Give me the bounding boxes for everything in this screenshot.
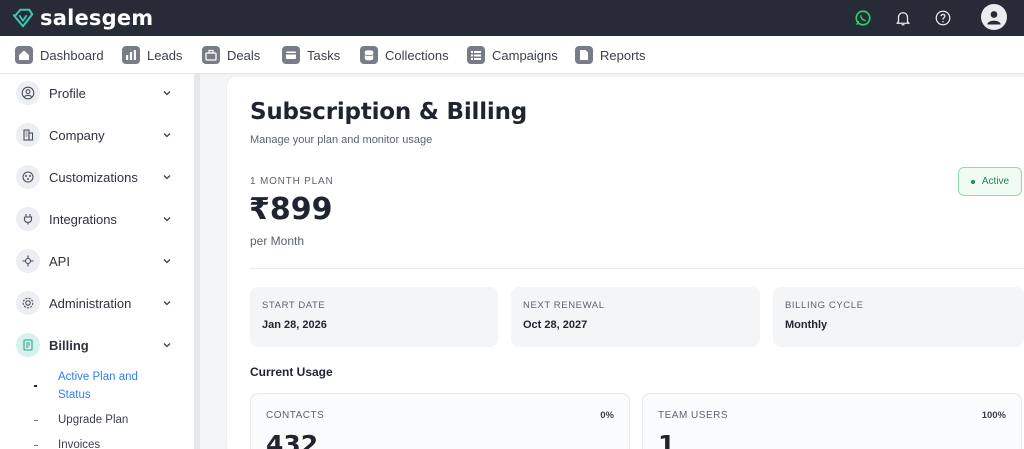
usage-contacts-card: CONTACTS 0% 432 [250, 393, 630, 449]
page-subtitle: Manage your plan and monitor usage [250, 134, 433, 146]
nav-dashboard-label: Dashboard [40, 47, 104, 63]
chevron-down-icon [163, 343, 171, 348]
plan-price: ₹899 [249, 192, 333, 227]
nav-dashboard[interactable]: Dashboard [15, 45, 104, 65]
nav-campaigns[interactable]: Campaigns [467, 45, 558, 65]
nav-leads[interactable]: Leads [122, 45, 182, 65]
plan-name: 1 MONTH PLAN [250, 176, 334, 187]
status-badge-label: Active [981, 176, 1010, 187]
sidebar-item-customizations[interactable]: Customizations [0, 159, 194, 195]
sidebar-item-integrations-label: Integrations [49, 211, 117, 227]
help-icon[interactable] [933, 8, 953, 28]
status-dot [970, 179, 975, 184]
sidebar-item-company[interactable]: Company [0, 117, 194, 153]
usage-contacts-label: CONTACTS [266, 410, 325, 421]
sidebar-item-administration[interactable]: Administration [0, 285, 194, 321]
sidebar-subitem-active-plan[interactable]: Active Plan and Status [0, 368, 194, 404]
bullet-dot [34, 385, 37, 387]
brand-name: salesgem [40, 6, 154, 30]
sidebar-item-billing-label: Billing [49, 337, 89, 353]
sidebar-subitem-invoices[interactable]: Invoices [0, 436, 194, 449]
nav-collections-label: Collections [385, 47, 449, 63]
salesgem-logo-icon [12, 8, 34, 28]
usage-contacts-value: 432 [266, 430, 319, 449]
billing-icon [16, 333, 40, 357]
user-icon [987, 11, 1001, 25]
sidebar-item-api-label: API [49, 253, 70, 269]
billing-cycle-value: Monthly [785, 319, 828, 331]
nav-reports-label: Reports [600, 47, 646, 63]
sidebar-subitem-active-plan-label-line2: Status [58, 389, 91, 401]
whatsapp-icon[interactable] [853, 8, 873, 28]
chevron-down-icon [163, 217, 171, 222]
sidebar-item-customizations-label: Customizations [49, 169, 138, 185]
gear-icon [16, 291, 40, 315]
bullet-dash [34, 445, 38, 446]
bullet-dash [34, 420, 38, 421]
sidebar-item-integrations[interactable]: Integrations [0, 201, 194, 237]
database-icon [360, 46, 378, 64]
nav-collections[interactable]: Collections [360, 45, 449, 65]
sidebar-subitem-active-plan-label-line1: Active Plan and [58, 371, 138, 383]
usage-team-users-card: TEAM USERS 100% 1 [642, 393, 1022, 449]
nav-tasks[interactable]: Tasks [282, 45, 340, 65]
page-title: Subscription & Billing [250, 99, 528, 125]
nav-reports[interactable]: Reports [575, 45, 646, 65]
start-date-box: START DATE Jan 28, 2026 [250, 287, 498, 347]
nav-tasks-label: Tasks [307, 47, 341, 63]
api-icon [16, 249, 40, 273]
sidebar-subitem-upgrade-plan-label: Upgrade Plan [58, 414, 129, 426]
nav-leads-label: Leads [147, 47, 183, 63]
start-date-label: START DATE [262, 300, 326, 311]
brain-icon [16, 165, 40, 189]
plan-period: per Month [250, 234, 305, 248]
sidebar-item-profile-label: Profile [49, 85, 86, 101]
current-usage-title: Current Usage [250, 365, 333, 379]
next-renewal-box: NEXT RENEWAL Oct 28, 2027 [511, 287, 760, 347]
nav-deals-label: Deals [227, 47, 261, 63]
brand[interactable]: salesgem [12, 6, 153, 30]
chevron-down-icon [163, 175, 171, 180]
chart-bars-icon [122, 46, 140, 64]
plug-icon [16, 207, 40, 231]
sidebar-item-billing[interactable]: Billing [0, 327, 194, 363]
next-renewal-label: NEXT RENEWAL [523, 300, 605, 311]
usage-contacts-percent: 0% [600, 410, 614, 421]
billing-cycle-box: BILLING CYCLE Monthly [773, 287, 1024, 347]
notifications-bell-icon[interactable] [893, 8, 913, 28]
next-renewal-value: Oct 28, 2027 [523, 319, 588, 331]
chevron-down-icon [163, 301, 171, 306]
sidebar-subitem-upgrade-plan[interactable]: Upgrade Plan [0, 411, 194, 429]
sidebar-subitem-invoices-label: Invoices [58, 439, 101, 449]
sidebar-item-api[interactable]: API [0, 243, 194, 279]
document-icon [575, 46, 593, 64]
user-circle-icon [16, 81, 40, 105]
billing-cycle-label: BILLING CYCLE [785, 300, 864, 311]
divider [250, 268, 1024, 269]
top-bar: salesgem [0, 0, 1024, 36]
sidebar-item-administration-label: Administration [49, 295, 132, 311]
user-avatar[interactable] [981, 4, 1007, 30]
usage-team-users-label: TEAM USERS [658, 410, 729, 421]
briefcase-icon [202, 46, 220, 64]
list-icon [467, 46, 485, 64]
chevron-down-icon [163, 259, 171, 264]
settings-sidebar: Profile Company Customizations Integrati… [0, 74, 200, 449]
nav-campaigns-label: Campaigns [492, 47, 558, 63]
card-icon [282, 46, 300, 64]
usage-team-users-value: 1 [658, 430, 676, 449]
status-badge: Active [958, 167, 1022, 196]
sidebar-item-profile[interactable]: Profile [0, 75, 194, 111]
home-icon [15, 46, 33, 64]
nav-deals[interactable]: Deals [202, 45, 260, 65]
main-nav: Dashboard Leads Deals Tasks Collections … [0, 36, 1024, 74]
chevron-down-icon [163, 91, 171, 96]
usage-team-users-percent: 100% [981, 410, 1006, 421]
start-date-value: Jan 28, 2026 [262, 319, 327, 331]
building-icon [16, 123, 40, 147]
sidebar-item-company-label: Company [49, 127, 105, 143]
chevron-down-icon [163, 133, 171, 138]
